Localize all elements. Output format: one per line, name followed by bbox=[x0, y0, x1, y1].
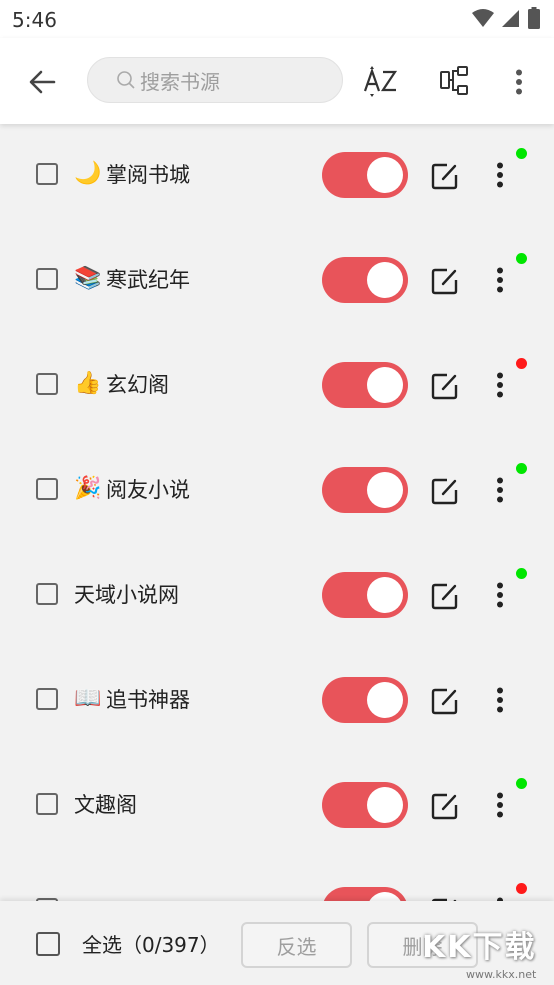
status-dot bbox=[516, 778, 527, 789]
source-name: 阅友小说 bbox=[106, 478, 190, 502]
list-item[interactable]: 👍 玄幻阁 bbox=[0, 334, 554, 439]
edit-icon[interactable] bbox=[430, 686, 460, 716]
edit-icon[interactable] bbox=[430, 371, 460, 401]
status-dot bbox=[516, 358, 527, 369]
list-item[interactable]: 📖 追书神器 bbox=[0, 649, 554, 754]
toggle-knob bbox=[367, 892, 403, 901]
row-more-icon[interactable] bbox=[490, 160, 510, 190]
enable-toggle[interactable] bbox=[322, 887, 408, 901]
row-checkbox[interactable] bbox=[36, 373, 58, 395]
book-source-list: 🌙 掌阅书城 📚 寒武纪年 👍 玄幻阁 🎉 阅友小说 天域小说网 📖 追书神器 文趣阁 bbox=[0, 124, 554, 901]
row-checkbox[interactable] bbox=[36, 688, 58, 710]
status-bar: 5:46 bbox=[0, 0, 554, 38]
toggle-knob bbox=[367, 472, 403, 508]
overflow-menu-button[interactable] bbox=[508, 62, 530, 102]
toggle-knob bbox=[367, 262, 403, 298]
list-item[interactable] bbox=[0, 859, 554, 901]
row-checkbox[interactable] bbox=[36, 793, 58, 815]
row-more-icon[interactable] bbox=[490, 790, 510, 820]
status-time: 5:46 bbox=[12, 8, 57, 32]
status-dot bbox=[516, 253, 527, 264]
toggle-knob bbox=[367, 682, 403, 718]
source-name: 追书神器 bbox=[106, 688, 190, 712]
list-item[interactable]: 文趣阁 bbox=[0, 754, 554, 859]
edit-icon[interactable] bbox=[430, 161, 460, 191]
source-name: 天域小说网 bbox=[74, 583, 179, 607]
row-checkbox[interactable] bbox=[36, 583, 58, 605]
source-emoji-icon: 📚 bbox=[74, 266, 102, 291]
battery-icon bbox=[528, 7, 540, 29]
row-checkbox[interactable] bbox=[36, 478, 58, 500]
back-button[interactable] bbox=[22, 62, 62, 102]
select-all-checkbox[interactable] bbox=[36, 932, 60, 956]
enable-toggle[interactable] bbox=[322, 257, 408, 303]
search-icon bbox=[116, 70, 136, 90]
source-name: 寒武纪年 bbox=[106, 268, 190, 292]
source-emoji-icon: 🌙 bbox=[74, 161, 102, 186]
signal-icon bbox=[502, 10, 519, 27]
row-more-icon[interactable] bbox=[490, 475, 510, 505]
toggle-knob bbox=[367, 787, 403, 823]
row-checkbox[interactable] bbox=[36, 268, 58, 290]
arrow-left-icon bbox=[29, 70, 56, 94]
edit-icon[interactable] bbox=[430, 476, 460, 506]
list-item[interactable]: 📚 寒武纪年 bbox=[0, 229, 554, 334]
row-more-icon[interactable] bbox=[490, 580, 510, 610]
status-icons bbox=[472, 7, 540, 29]
source-emoji-icon: 🎉 bbox=[74, 476, 102, 501]
source-name: 文趣阁 bbox=[74, 793, 137, 817]
toggle-knob bbox=[367, 367, 403, 403]
wifi-icon bbox=[472, 9, 494, 27]
row-more-icon[interactable] bbox=[490, 685, 510, 715]
enable-toggle[interactable] bbox=[322, 572, 408, 618]
source-name: 掌阅书城 bbox=[106, 163, 190, 187]
hierarchy-icon bbox=[440, 66, 468, 95]
delete-button[interactable]: 删除 bbox=[367, 922, 478, 968]
invert-selection-button[interactable]: 反选 bbox=[241, 922, 352, 968]
edit-icon[interactable] bbox=[430, 266, 460, 296]
enable-toggle[interactable] bbox=[322, 152, 408, 198]
status-dot bbox=[516, 568, 527, 579]
list-item[interactable]: 🎉 阅友小说 bbox=[0, 439, 554, 544]
toggle-knob bbox=[367, 577, 403, 613]
source-emoji-icon: 📖 bbox=[74, 686, 102, 711]
app-bar: 搜索书源 bbox=[0, 38, 554, 124]
list-item[interactable]: 天域小说网 bbox=[0, 544, 554, 649]
enable-toggle[interactable] bbox=[322, 467, 408, 513]
status-dot bbox=[516, 463, 527, 474]
enable-toggle[interactable] bbox=[322, 362, 408, 408]
group-button[interactable] bbox=[434, 60, 476, 102]
bottom-action-bar: 全选（0/397） 反选 删除 bbox=[0, 901, 554, 985]
toggle-knob bbox=[367, 157, 403, 193]
edit-icon[interactable] bbox=[430, 581, 460, 611]
search-input[interactable]: 搜索书源 bbox=[87, 57, 343, 103]
enable-toggle[interactable] bbox=[322, 782, 408, 828]
status-dot bbox=[516, 883, 527, 894]
edit-icon[interactable] bbox=[430, 791, 460, 821]
sort-az-icon bbox=[363, 66, 398, 97]
row-more-icon[interactable] bbox=[490, 370, 510, 400]
search-placeholder: 搜索书源 bbox=[140, 69, 220, 94]
enable-toggle[interactable] bbox=[322, 677, 408, 723]
row-checkbox[interactable] bbox=[36, 163, 58, 185]
sort-button[interactable] bbox=[362, 62, 402, 102]
status-dot bbox=[516, 148, 527, 159]
source-name: 玄幻阁 bbox=[106, 373, 169, 397]
select-all-label[interactable]: 全选（0/397） bbox=[82, 929, 220, 958]
source-emoji-icon: 👍 bbox=[74, 371, 102, 396]
row-more-icon[interactable] bbox=[490, 265, 510, 295]
more-vertical-icon bbox=[516, 69, 522, 95]
list-item[interactable]: 🌙 掌阅书城 bbox=[0, 124, 554, 229]
